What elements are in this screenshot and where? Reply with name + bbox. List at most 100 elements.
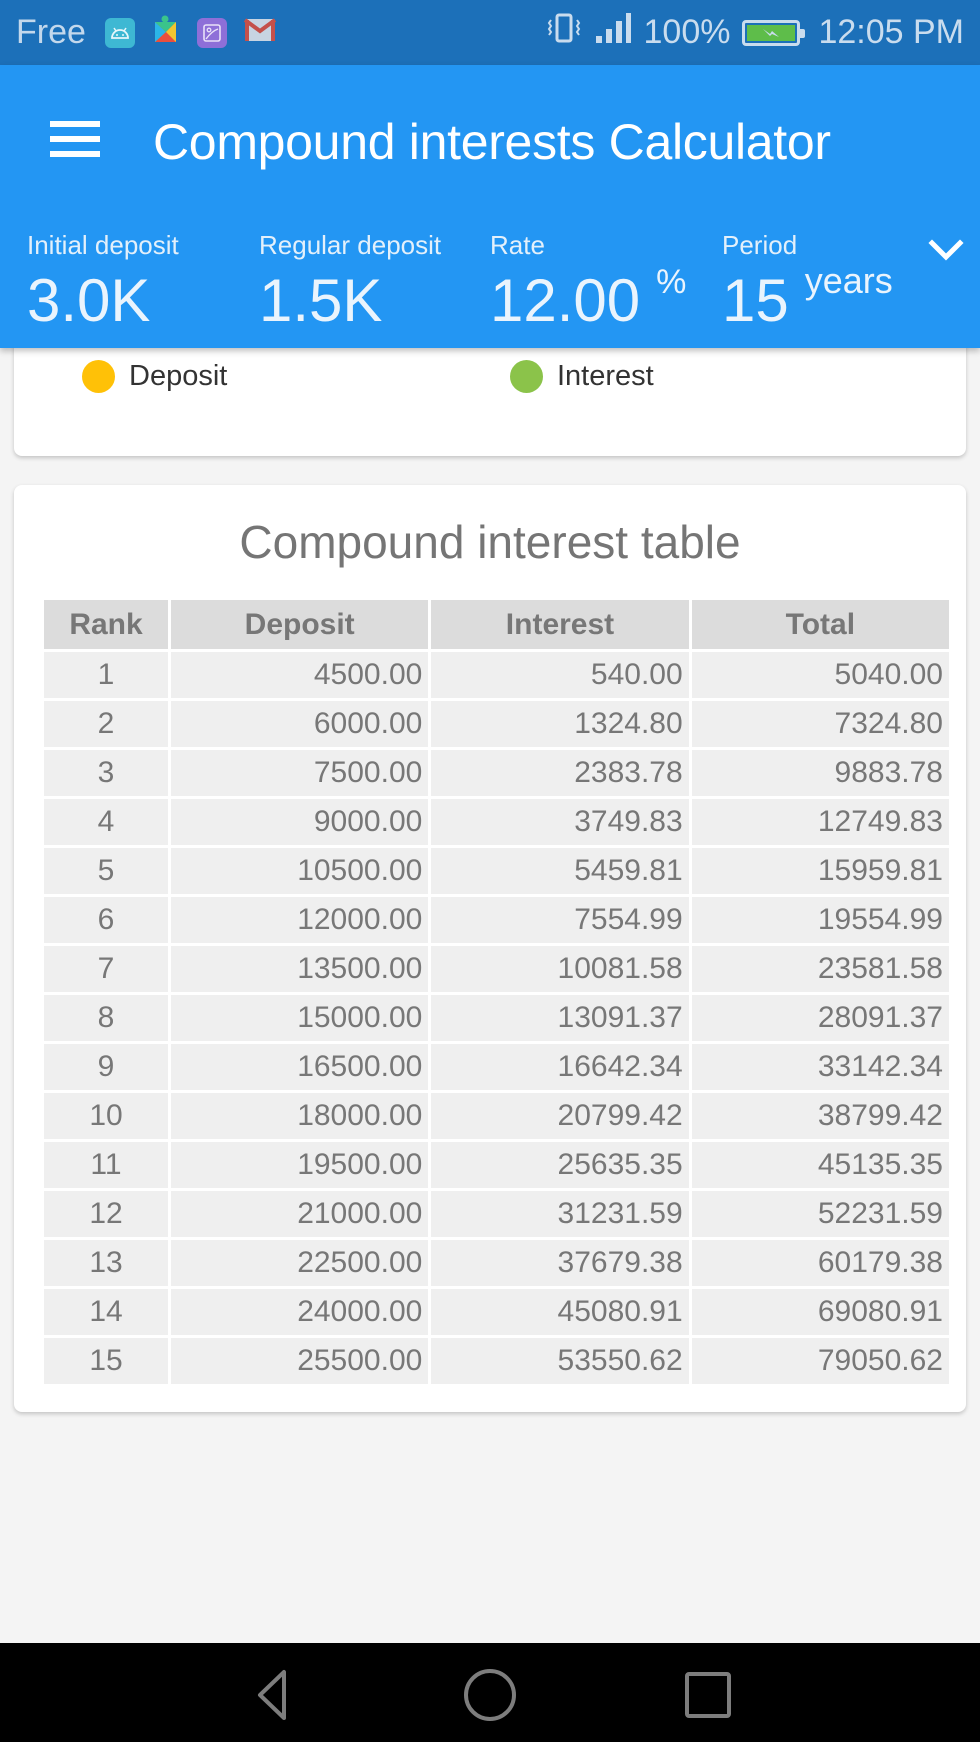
interest-table-card: Compound interest table Rank Deposit Int… xyxy=(14,485,966,1412)
legend-dot-deposit xyxy=(82,360,115,393)
rate-value: 12.00 xyxy=(490,267,641,334)
table-row: 14 24000.00 45080.91 69080.91 xyxy=(44,1289,949,1335)
table-row: 2 6000.00 1324.80 7324.80 xyxy=(44,701,949,747)
table-row: 5 10500.00 5459.81 15959.81 xyxy=(44,848,949,894)
legend-label-interest: Interest xyxy=(557,360,654,392)
cell-deposit: 13500.00 xyxy=(171,946,429,992)
table-row: 4 9000.00 3749.83 12749.83 xyxy=(44,799,949,845)
table-row: 1 4500.00 540.00 5040.00 xyxy=(44,652,949,698)
column-header-total: Total xyxy=(691,600,949,649)
regular-deposit-value: 1.5K xyxy=(259,267,383,334)
table-row: 6 12000.00 7554.99 19554.99 xyxy=(44,897,949,943)
cell-total: 12749.83 xyxy=(691,799,949,845)
legend-item-deposit: Deposit xyxy=(82,360,227,393)
cell-interest: 1324.80 xyxy=(431,701,689,747)
home-icon xyxy=(464,1669,516,1721)
signal-icon xyxy=(594,12,632,53)
navigation-bar xyxy=(0,1643,980,1742)
cell-rank: 5 xyxy=(44,848,168,894)
cell-interest: 53550.62 xyxy=(431,1338,689,1384)
cell-total: 33142.34 xyxy=(691,1044,949,1090)
chart-legend-card: Deposit Interest xyxy=(14,330,966,456)
period-field[interactable]: Period 15 years xyxy=(722,230,893,331)
cell-deposit: 6000.00 xyxy=(171,701,429,747)
cell-deposit: 16500.00 xyxy=(171,1044,429,1090)
table-row: 12 21000.00 31231.59 52231.59 xyxy=(44,1191,949,1237)
rate-unit: % xyxy=(656,263,687,301)
battery-icon xyxy=(742,19,806,46)
column-header-deposit: Deposit xyxy=(171,600,429,649)
cell-interest: 3749.83 xyxy=(431,799,689,845)
cell-deposit: 15000.00 xyxy=(171,995,429,1041)
cell-interest: 7554.99 xyxy=(431,897,689,943)
rate-field[interactable]: Rate 12.00% xyxy=(490,230,686,331)
initial-deposit-value: 3.0K xyxy=(27,267,151,334)
app-bar: Compound interests Calculator Initial de… xyxy=(0,65,980,348)
cell-deposit: 19500.00 xyxy=(171,1142,429,1188)
status-bar: Free 100% 12:05 PM xyxy=(0,0,980,65)
legend-label-deposit: Deposit xyxy=(129,360,228,392)
cell-interest: 31231.59 xyxy=(431,1191,689,1237)
cell-interest: 45080.91 xyxy=(431,1289,689,1335)
battery-percent: 100% xyxy=(643,13,731,51)
cell-deposit: 24000.00 xyxy=(171,1289,429,1335)
play-services-icon xyxy=(152,14,180,51)
cell-total: 60179.38 xyxy=(691,1240,949,1286)
cell-deposit: 7500.00 xyxy=(171,750,429,796)
period-unit: years xyxy=(804,260,893,301)
expand-button[interactable] xyxy=(926,235,966,265)
cell-deposit: 4500.00 xyxy=(171,652,429,698)
chevron-down-icon xyxy=(928,239,964,261)
screen: Free 100% 12:05 PM Compound interests Ca… xyxy=(0,0,980,1742)
cell-deposit: 21000.00 xyxy=(171,1191,429,1237)
period-value: 15 xyxy=(722,267,789,334)
cell-deposit: 25500.00 xyxy=(171,1338,429,1384)
cell-rank: 3 xyxy=(44,750,168,796)
cell-rank: 6 xyxy=(44,897,168,943)
menu-button[interactable] xyxy=(50,121,102,161)
cell-total: 52231.59 xyxy=(691,1191,949,1237)
gallery-icon xyxy=(196,17,227,48)
cell-total: 19554.99 xyxy=(691,897,949,943)
cell-total: 38799.42 xyxy=(691,1093,949,1139)
table-body: 1 4500.00 540.00 5040.00 2 6000.00 1324.80 7324… xyxy=(44,652,949,1384)
column-header-interest: Interest xyxy=(431,600,689,649)
table-row: 9 16500.00 16642.34 33142.34 xyxy=(44,1044,949,1090)
back-icon xyxy=(258,1670,286,1720)
home-button[interactable] xyxy=(462,1667,518,1723)
rate-label: Rate xyxy=(490,230,545,260)
cell-rank: 15 xyxy=(44,1338,168,1384)
legend-item-interest: Interest xyxy=(510,360,654,393)
back-button[interactable] xyxy=(244,1667,300,1723)
cell-deposit: 9000.00 xyxy=(171,799,429,845)
table-row: 7 13500.00 10081.58 23581.58 xyxy=(44,946,949,992)
cell-total: 9883.78 xyxy=(691,750,949,796)
cell-interest: 10081.58 xyxy=(431,946,689,992)
cell-deposit: 12000.00 xyxy=(171,897,429,943)
cell-rank: 2 xyxy=(44,701,168,747)
initial-deposit-field[interactable]: Initial deposit 3.0K xyxy=(27,230,179,331)
legend-dot-interest xyxy=(510,360,543,393)
cell-total: 23581.58 xyxy=(691,946,949,992)
cell-total: 28091.37 xyxy=(691,995,949,1041)
cell-rank: 11 xyxy=(44,1142,168,1188)
regular-deposit-field[interactable]: Regular deposit 1.5K xyxy=(259,230,441,331)
recents-button[interactable] xyxy=(680,1667,736,1723)
table-title: Compound interest table xyxy=(239,516,741,568)
cell-total: 79050.62 xyxy=(691,1338,949,1384)
period-label: Period xyxy=(722,230,798,260)
recents-icon xyxy=(685,1672,731,1718)
cell-interest: 20799.42 xyxy=(431,1093,689,1139)
cell-total: 45135.35 xyxy=(691,1142,949,1188)
cell-interest: 540.00 xyxy=(431,652,689,698)
cell-total: 15959.81 xyxy=(691,848,949,894)
table-row: 10 18000.00 20799.42 38799.42 xyxy=(44,1093,949,1139)
cell-interest: 25635.35 xyxy=(431,1142,689,1188)
cell-total: 5040.00 xyxy=(691,652,949,698)
column-header-rank: Rank xyxy=(44,600,168,649)
cell-rank: 8 xyxy=(44,995,168,1041)
cell-total: 7324.80 xyxy=(691,701,949,747)
cell-rank: 13 xyxy=(44,1240,168,1286)
cell-rank: 9 xyxy=(44,1044,168,1090)
cell-interest: 5459.81 xyxy=(431,848,689,894)
